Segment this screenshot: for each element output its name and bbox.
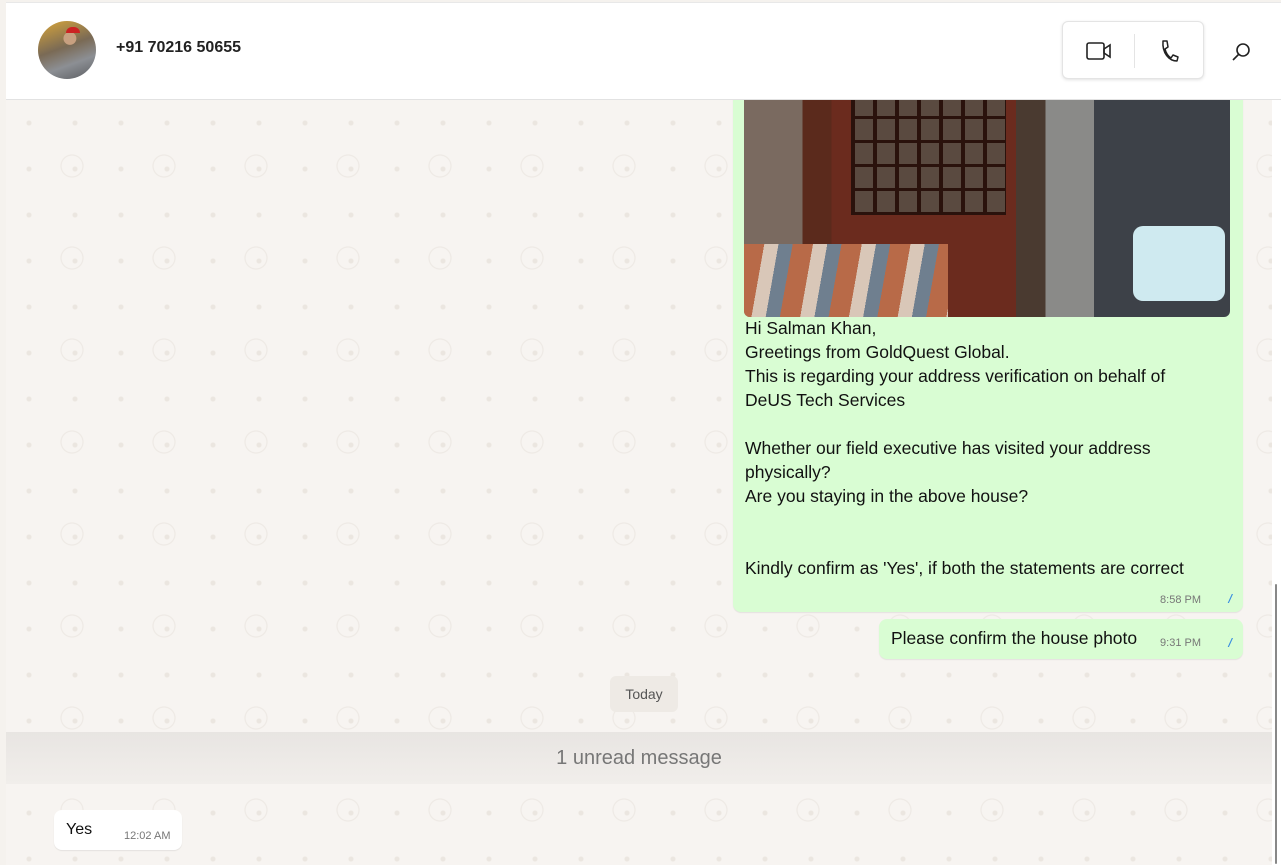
- divider: [1134, 34, 1135, 68]
- photo-detail: [1132, 226, 1226, 302]
- message-text: Hi Salman Khan, Greetings from GoldQuest…: [745, 318, 1184, 578]
- video-camera-icon: [1086, 42, 1111, 60]
- read-receipt-icon: //: [1228, 636, 1231, 650]
- search-button[interactable]: [1228, 39, 1254, 65]
- read-receipt-icon: //: [1228, 592, 1231, 606]
- message-bubble-outgoing[interactable]: Please confirm the house photo 9:31 PM /…: [879, 619, 1243, 659]
- date-divider: Today: [610, 676, 678, 712]
- message-list[interactable]: Hi Salman Khan, Greetings from GoldQuest…: [6, 100, 1272, 865]
- message-time: 9:31 PM: [1160, 637, 1201, 649]
- contact-name[interactable]: +91 70216 50655: [116, 39, 241, 57]
- photo-detail: [744, 244, 949, 317]
- house-photo[interactable]: [744, 100, 1230, 317]
- chat-header: +91 70216 50655: [6, 2, 1281, 100]
- message-time: 12:02 AM: [124, 830, 171, 842]
- voice-call-button[interactable]: [1149, 36, 1189, 66]
- message-text: Yes: [66, 821, 93, 838]
- phone-icon: [1162, 40, 1179, 62]
- unread-divider: 1 unread message: [6, 732, 1272, 784]
- message-time: 8:58 PM: [1160, 594, 1201, 606]
- message-bubble-outgoing[interactable]: Hi Salman Khan, Greetings from GoldQuest…: [733, 100, 1243, 612]
- call-buttons-group: [1062, 21, 1204, 79]
- message-bubble-incoming[interactable]: Yes 12:02 AM: [54, 810, 182, 850]
- scrollbar[interactable]: [1272, 100, 1281, 865]
- scrollbar-thumb[interactable]: [1275, 584, 1277, 864]
- photo-detail: [850, 100, 1007, 215]
- search-icon: [1232, 43, 1250, 61]
- contact-avatar[interactable]: [38, 21, 96, 79]
- video-call-button[interactable]: [1077, 36, 1121, 66]
- message-text: Please confirm the house photo: [891, 628, 1138, 648]
